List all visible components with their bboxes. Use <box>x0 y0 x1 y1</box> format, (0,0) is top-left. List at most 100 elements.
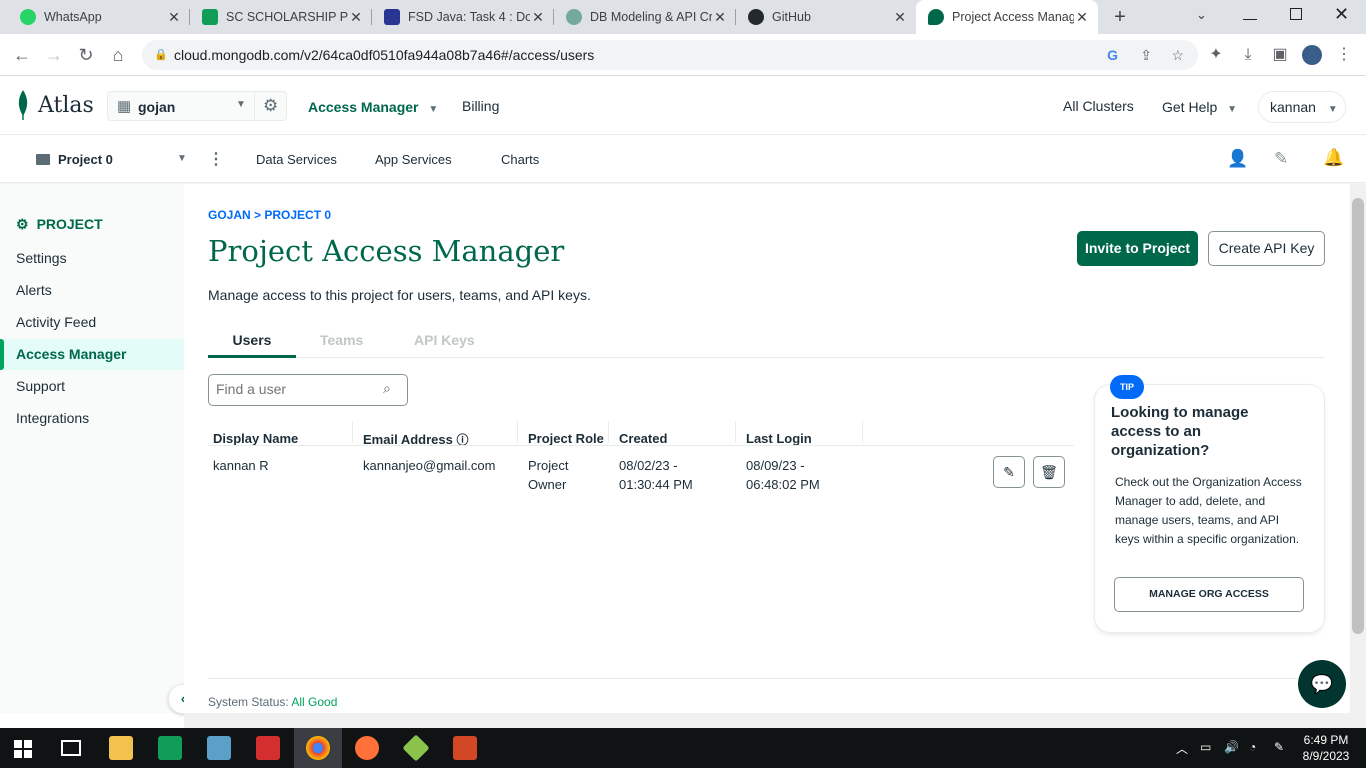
forward-icon[interactable]: → <box>44 45 64 65</box>
close-icon[interactable]: ✕ <box>712 9 728 26</box>
manage-org-access-button[interactable]: MANAGE ORG ACCESS <box>1114 577 1304 612</box>
git-icon[interactable] <box>402 734 430 762</box>
close-icon[interactable]: ✕ <box>530 9 546 26</box>
side-panel-icon[interactable]: ▣ <box>1270 45 1290 65</box>
project-selector[interactable]: Project 0 ▼ <box>36 152 204 170</box>
project-nav-bar: Project 0 ▼ ⋮ Data Services App Services… <box>0 136 1366 183</box>
acrobat-icon[interactable] <box>256 736 280 760</box>
add-user-icon[interactable]: 👤 <box>1227 149 1248 169</box>
home-icon[interactable]: ⌂ <box>108 45 128 65</box>
task-view-icon[interactable] <box>61 740 81 756</box>
new-tab-button[interactable]: + <box>1108 5 1132 29</box>
atlas-logo[interactable]: Atlas <box>16 90 94 120</box>
nav-app-services[interactable]: App Services <box>375 152 452 167</box>
clock-date: 8/9/2023 <box>1302 749 1350 763</box>
language-icon[interactable]: ✎ <box>1274 740 1284 754</box>
close-icon[interactable]: ✕ <box>348 9 364 26</box>
project-name: Project 0 <box>58 152 113 167</box>
battery-icon[interactable]: ▭ <box>1200 740 1211 754</box>
col-created[interactable]: Created <box>619 431 667 446</box>
activity-icon[interactable]: ✎ <box>1274 149 1288 169</box>
address-bar[interactable]: 🔒 cloud.mongodb.com/v2/64ca0df0510fa944a… <box>142 40 1198 70</box>
profile-avatar[interactable] <box>1302 45 1322 65</box>
close-icon[interactable]: ✕ <box>892 9 908 26</box>
page-scrollbar[interactable] <box>1350 184 1366 713</box>
sidebar-item-settings[interactable]: Settings <box>16 250 67 266</box>
file-explorer-icon[interactable] <box>109 736 133 760</box>
browser-tab-active[interactable]: Project Access Manag ✕ <box>916 0 1098 34</box>
active-indicator <box>0 339 4 370</box>
created-time: 01:30:44 PM <box>619 477 693 492</box>
bell-icon[interactable]: 🔔 <box>1323 148 1344 168</box>
close-icon[interactable]: ✕ <box>166 9 182 26</box>
wifi-icon[interactable]: ◔ <box>1249 740 1256 754</box>
project-menu-icon[interactable]: ⋮ <box>208 149 224 169</box>
browser-tab-whatsapp[interactable]: WhatsApp ✕ <box>8 0 190 34</box>
restore-icon[interactable] <box>1290 8 1302 20</box>
tray-chevron-icon[interactable]: ︿ <box>1176 740 1188 757</box>
sidebar-item-alerts[interactable]: Alerts <box>16 282 52 298</box>
back-icon[interactable]: ← <box>12 45 32 65</box>
tab-users[interactable]: Users <box>208 332 296 348</box>
edit-user-button[interactable]: ✎ <box>993 456 1025 488</box>
all-clusters-link[interactable]: All Clusters <box>1063 98 1134 114</box>
sheets-app-icon[interactable] <box>158 736 182 760</box>
col-divider <box>352 421 353 443</box>
nav-data-services[interactable]: Data Services <box>256 152 337 167</box>
col-last-login[interactable]: Last Login <box>746 431 812 446</box>
tab-api-keys[interactable]: API Keys <box>414 332 475 348</box>
powerpoint-icon[interactable] <box>453 736 477 760</box>
minimize-icon[interactable] <box>1243 6 1257 20</box>
clock[interactable]: 6:49 PM 8/9/2023 <box>1300 732 1352 764</box>
browser-tab-github[interactable]: GitHub ✕ <box>736 0 916 34</box>
sidebar-item-access-manager[interactable]: Access Manager <box>16 346 127 362</box>
search-input[interactable] <box>216 381 376 397</box>
browser-tab-fsd-java[interactable]: FSD Java: Task 4 : Do c ✕ <box>372 0 554 34</box>
access-manager-menu[interactable]: Access Manager ▼ <box>308 99 438 115</box>
col-display-name[interactable]: Display Name <box>213 431 298 446</box>
firefox-icon[interactable] <box>355 736 379 760</box>
nav-charts[interactable]: Charts <box>501 152 539 167</box>
tip-heading: Looking to manage access to an organizat… <box>1111 404 1249 459</box>
section-title-text: PROJECT <box>36 216 103 232</box>
download-icon[interactable]: ⤓ <box>1238 45 1258 65</box>
volume-icon[interactable]: 🔊 <box>1224 740 1239 754</box>
sidebar-item-activity-feed[interactable]: Activity Feed <box>16 314 96 330</box>
windows-start-icon[interactable] <box>14 740 32 758</box>
star-icon[interactable]: ☆ <box>1171 40 1184 70</box>
scrollbar-thumb[interactable] <box>1352 198 1364 634</box>
billing-link[interactable]: Billing <box>462 98 499 114</box>
user-name: kannan <box>1270 99 1316 115</box>
breadcrumb[interactable]: GOJAN > PROJECT 0 <box>208 208 331 222</box>
tip-badge: TIP <box>1110 375 1144 399</box>
invite-to-project-button[interactable]: Invite to Project <box>1077 231 1198 266</box>
chrome-icon[interactable] <box>306 736 330 760</box>
google-icon[interactable]: G <box>1107 40 1118 70</box>
status-value[interactable]: All Good <box>291 695 337 709</box>
close-icon[interactable]: ✕ <box>1074 9 1090 26</box>
tab-search-icon[interactable]: ⌄ <box>1196 7 1207 23</box>
chrome-menu-icon[interactable]: ⋮ <box>1334 45 1354 65</box>
extensions-icon[interactable]: ✦ <box>1206 45 1226 65</box>
browser-tab-scholarship[interactable]: SC SCHOLARSHIP POS ✕ <box>190 0 372 34</box>
org-selector[interactable]: ▦ gojan ▼ ⚙ <box>107 91 287 121</box>
pencil-icon: ✎ <box>1003 464 1015 480</box>
tab-teams[interactable]: Teams <box>320 332 363 348</box>
create-api-key-button[interactable]: Create API Key <box>1208 231 1325 266</box>
reload-icon[interactable]: ↻ <box>76 45 96 65</box>
github-icon <box>748 9 764 25</box>
org-settings-gear-icon[interactable]: ⚙ <box>263 96 278 116</box>
get-help-menu[interactable]: Get Help ▼ <box>1162 99 1237 115</box>
sidebar-item-integrations[interactable]: Integrations <box>16 410 89 426</box>
browser-tab-db-modeling[interactable]: DB Modeling & API Cr ✕ <box>554 0 736 34</box>
notepad-icon[interactable] <box>207 736 231 760</box>
user-menu[interactable]: kannan ▼ <box>1258 91 1346 123</box>
footer-divider <box>208 678 1325 679</box>
horizontal-scrollbar[interactable] <box>184 713 1366 728</box>
window-close-icon[interactable]: ✕ <box>1334 4 1349 25</box>
col-project-role[interactable]: Project Role <box>528 431 604 446</box>
delete-user-button[interactable]: 🗑 <box>1033 456 1065 488</box>
chat-support-button[interactable]: 💬 <box>1298 660 1346 708</box>
share-icon[interactable]: ⇪ <box>1140 40 1152 70</box>
sidebar-item-support[interactable]: Support <box>16 378 65 394</box>
